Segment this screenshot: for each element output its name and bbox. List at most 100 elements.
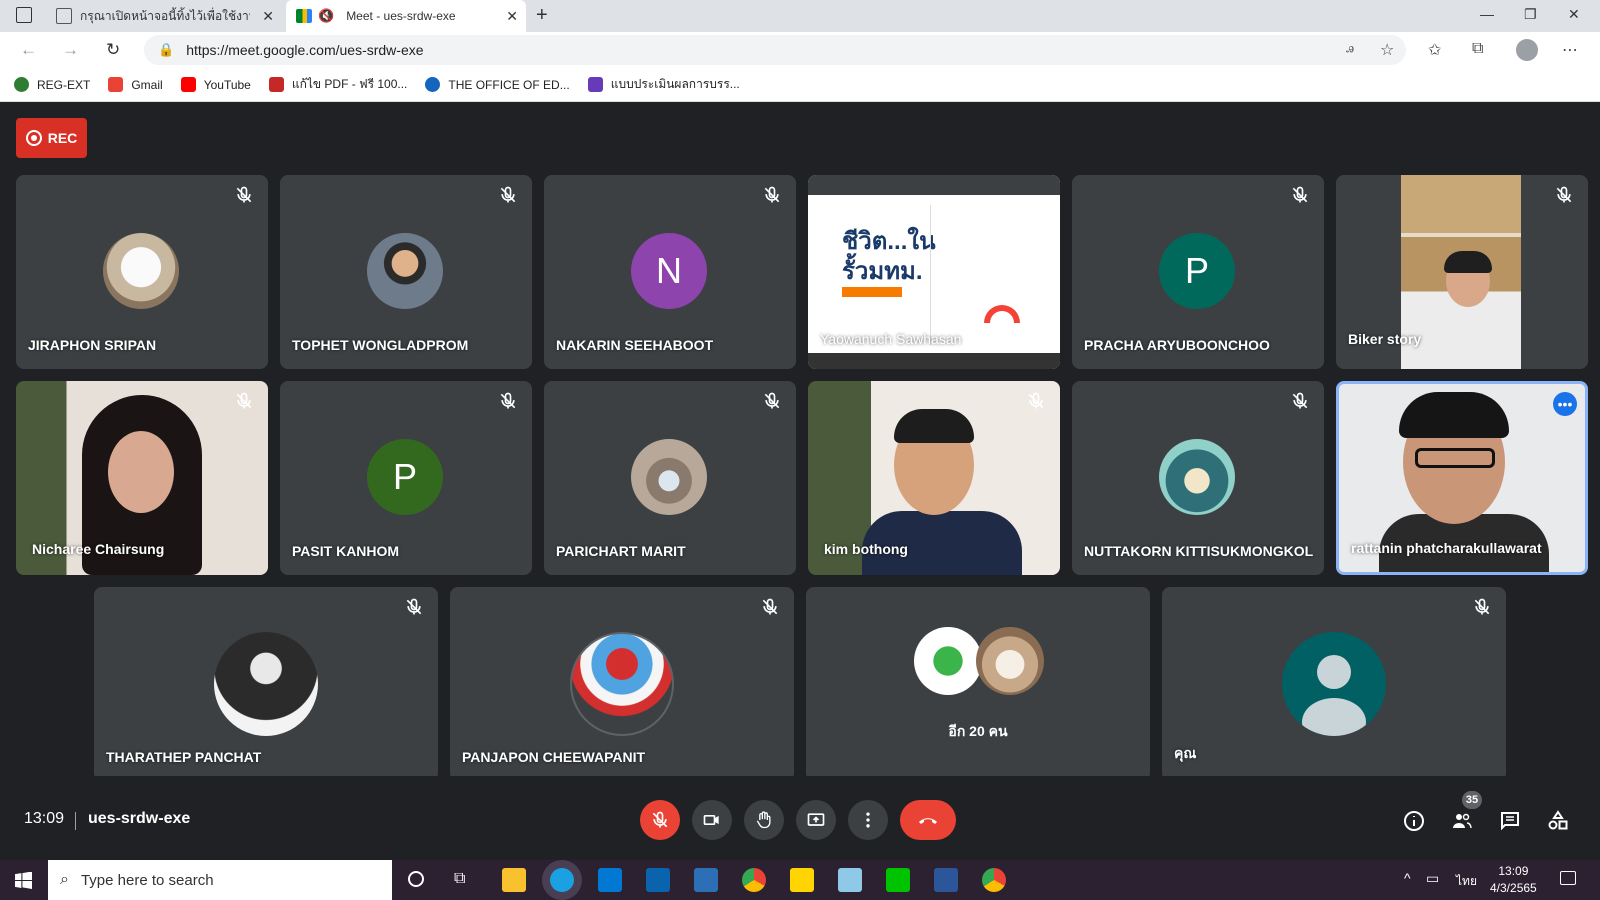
rainbow-graphic	[984, 305, 1020, 323]
edge-icon[interactable]	[550, 868, 574, 892]
bookmark-form[interactable]: แบบประเมินผลการบรร...	[587, 75, 740, 94]
person-face	[108, 431, 174, 513]
paint-icon[interactable]	[838, 868, 862, 892]
pdf-icon	[268, 77, 284, 92]
refresh-icon[interactable]: ↻	[106, 40, 120, 60]
close-window-button[interactable]: ✕	[1568, 6, 1580, 23]
add-favorite-icon[interactable]: ☆	[1380, 40, 1394, 60]
close-tab-icon[interactable]: ✕	[262, 8, 274, 25]
show-hidden-icons[interactable]: ^	[1404, 870, 1411, 886]
participant-name: TOPHET WONGLADPROM	[292, 337, 469, 353]
participant-tile[interactable]: P PASIT KANHOM	[280, 381, 532, 575]
mic-off-icon	[1028, 392, 1044, 409]
tab-actions-icon[interactable]	[16, 7, 32, 23]
taskbar-clock[interactable]: 13:09 4/3/2565	[1490, 863, 1537, 897]
participant-name: PASIT KANHOM	[292, 543, 400, 559]
bookmark-youtube[interactable]: YouTube	[180, 77, 251, 92]
restore-button[interactable]: ❐	[1524, 6, 1537, 23]
participant-name: Biker story	[1348, 331, 1422, 347]
store-icon[interactable]	[598, 868, 622, 892]
bookmark-gmail[interactable]: Gmail	[108, 77, 163, 92]
participant-tile[interactable]: N NAKARIN SEEHABOOT	[544, 175, 796, 369]
minimize-button[interactable]: —	[1480, 6, 1494, 22]
tab-inactive[interactable]: กรุณาเปิดหน้าจอนี้ทิ้งไว้เพื่อใช้งาน Int…	[46, 0, 282, 32]
activities-icon[interactable]	[1546, 809, 1570, 833]
people-icon[interactable]	[1450, 809, 1474, 833]
more-options-button[interactable]	[848, 800, 888, 840]
participant-avatar	[570, 632, 674, 736]
word-icon[interactable]	[934, 868, 958, 892]
bookmark-office[interactable]: THE OFFICE OF ED...	[425, 77, 570, 92]
mail-icon[interactable]	[646, 868, 670, 892]
participant-tile[interactable]: PANJAPON CHEEWAPANIT	[450, 587, 794, 781]
language-indicator[interactable]: ไทย	[1456, 872, 1477, 891]
mic-toggle-button[interactable]	[640, 800, 680, 840]
taskbar-search-box[interactable]: ⌕ Type here to search	[48, 860, 392, 900]
participant-tile-video[interactable]: Nicharee Chairsung	[16, 381, 268, 575]
search-icon: ⌕	[60, 871, 69, 888]
people-count-badge: 35	[1462, 791, 1482, 809]
forward-icon[interactable]: →	[62, 40, 79, 60]
participant-avatar: N	[631, 233, 707, 309]
windows-taskbar: ⌕ Type here to search ⧉ ^ ▭ ไทย 13:09 4/…	[0, 860, 1600, 900]
participant-tile-video[interactable]: kim bothong	[808, 381, 1060, 575]
chrome-profile-icon[interactable]	[982, 868, 1006, 892]
meeting-details-icon[interactable]	[1402, 809, 1426, 833]
mic-off-icon	[236, 392, 252, 409]
url-field[interactable]: 🔒 https://meet.google.com/ues-srdw-exe	[144, 35, 1406, 65]
chat-icon[interactable]	[1498, 809, 1522, 833]
sticky-notes-icon[interactable]	[790, 868, 814, 892]
file-explorer-icon[interactable]	[502, 868, 526, 892]
collections-icon[interactable]: ⧉	[1472, 40, 1483, 58]
participant-tile[interactable]: THARATHEP PANCHAT	[94, 587, 438, 781]
recording-indicator[interactable]: REC	[16, 118, 87, 158]
participant-tile-screen-share[interactable]: ชีวิต...ใน รั้วมทม. Yaowanuch Sawhasan	[808, 175, 1060, 369]
chrome-icon[interactable]	[742, 868, 766, 892]
participant-avatar	[1159, 439, 1235, 515]
participant-tile[interactable]: JIRAPHON SRIPAN	[16, 175, 268, 369]
speaker-muted-icon[interactable]: 🔇	[318, 8, 334, 24]
camera-toggle-button[interactable]	[692, 800, 732, 840]
calculator-icon[interactable]	[694, 868, 718, 892]
youtube-icon	[180, 77, 196, 92]
leave-call-button[interactable]	[900, 800, 956, 840]
more-vert-icon	[866, 812, 870, 828]
windows-start-icon[interactable]	[15, 872, 32, 889]
participant-tile[interactable]: P PRACHA ARYUBOONCHOO	[1072, 175, 1324, 369]
participant-name: PRACHA ARYUBOONCHOO	[1084, 337, 1270, 353]
participant-tile[interactable]: PARICHART MARIT	[544, 381, 796, 575]
bookmark-pdf[interactable]: แก้ไข PDF - ฟรี 100...	[268, 75, 407, 94]
read-aloud-icon[interactable]: ꭿ	[1346, 40, 1354, 56]
mic-off-icon	[500, 392, 516, 409]
lock-icon[interactable]: 🔒	[158, 42, 174, 58]
notifications-icon[interactable]	[1560, 871, 1576, 885]
back-icon[interactable]: ←	[20, 40, 37, 60]
participant-tile-speaking[interactable]: ••• rattanin phatcharakullawarat	[1336, 381, 1588, 575]
line-icon[interactable]	[886, 868, 910, 892]
raise-hand-button[interactable]	[744, 800, 784, 840]
task-view-icon[interactable]: ⧉	[454, 870, 465, 888]
tab-title: Meet - ues-srdw-exe	[346, 9, 456, 23]
more-options-button[interactable]: •••	[1553, 392, 1577, 416]
person-hair	[1444, 251, 1492, 273]
present-screen-button[interactable]	[796, 800, 836, 840]
participant-name: NAKARIN SEEHABOOT	[556, 337, 714, 353]
network-icon[interactable]: ▭	[1426, 870, 1439, 887]
profile-avatar[interactable]	[1516, 39, 1538, 61]
shared-screen-toolbar	[808, 175, 1060, 195]
new-tab-button[interactable]: +	[536, 4, 548, 27]
cortana-icon[interactable]	[408, 871, 424, 887]
participant-tile-video[interactable]: Biker story	[1336, 175, 1588, 369]
self-tile[interactable]: คุณ	[1162, 587, 1506, 781]
bookmark-reg-ext[interactable]: REG-EXT	[14, 77, 90, 92]
favorites-icon[interactable]: ✩	[1428, 40, 1441, 60]
more-menu-icon[interactable]: ⋯	[1562, 40, 1578, 60]
close-tab-icon[interactable]: ✕	[506, 8, 518, 25]
participant-tile[interactable]: NUTTAKORN KITTISUKMONGKOL	[1072, 381, 1324, 575]
others-tile[interactable]: อีก 20 คน	[806, 587, 1150, 781]
person-hair	[1399, 392, 1509, 438]
participant-name: PARICHART MARIT	[556, 543, 686, 559]
participant-tile[interactable]: TOPHET WONGLADPROM	[280, 175, 532, 369]
participant-avatar	[976, 627, 1044, 695]
tab-meet[interactable]: 🔇 Meet - ues-srdw-exe ✕	[286, 0, 526, 32]
